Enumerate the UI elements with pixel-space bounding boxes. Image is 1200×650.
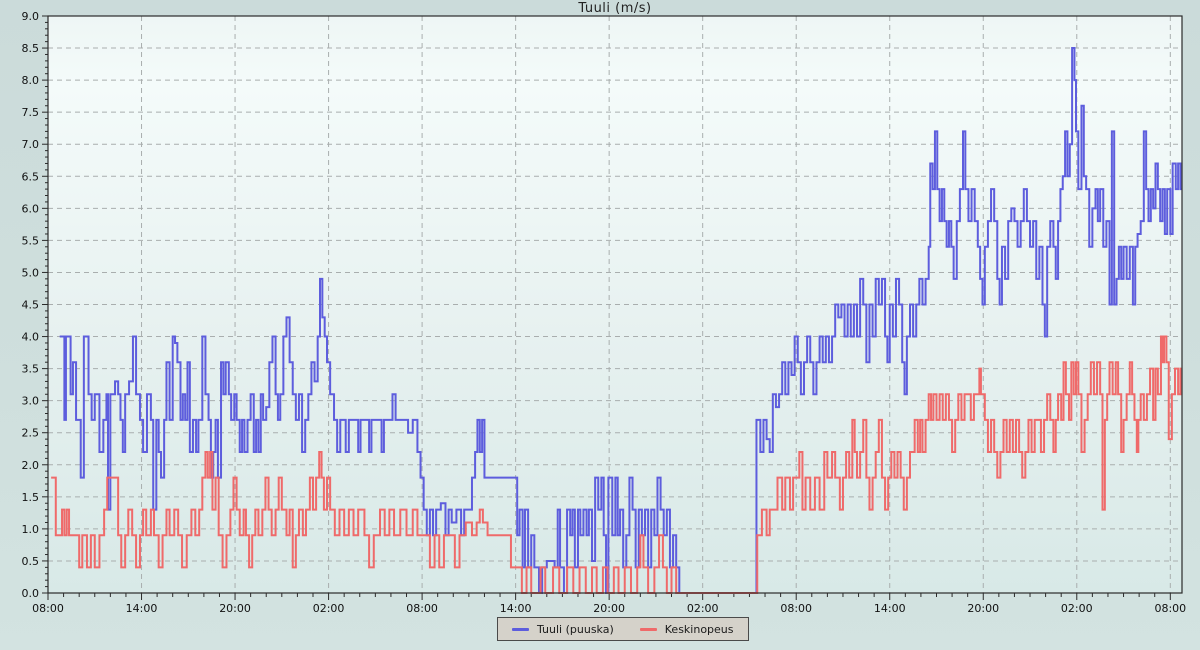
average-line-swatch-icon bbox=[640, 628, 657, 631]
svg-text:20:00: 20:00 bbox=[219, 602, 251, 615]
legend-label-average: Keskinopeus bbox=[665, 623, 734, 636]
gust-line-swatch-icon bbox=[512, 628, 529, 631]
svg-text:08:00: 08:00 bbox=[406, 602, 438, 615]
svg-text:7.0: 7.0 bbox=[22, 138, 40, 151]
svg-text:1.5: 1.5 bbox=[22, 491, 40, 504]
svg-text:0.0: 0.0 bbox=[22, 587, 40, 600]
legend-item-average: Keskinopeus bbox=[640, 623, 734, 636]
svg-text:4.5: 4.5 bbox=[22, 299, 40, 312]
svg-text:08:00: 08:00 bbox=[1154, 602, 1186, 615]
svg-text:14:00: 14:00 bbox=[500, 602, 532, 615]
svg-text:5.0: 5.0 bbox=[22, 266, 40, 279]
svg-text:2.0: 2.0 bbox=[22, 459, 40, 472]
svg-text:08:00: 08:00 bbox=[32, 602, 64, 615]
svg-text:7.5: 7.5 bbox=[22, 106, 40, 119]
svg-text:9.0: 9.0 bbox=[22, 10, 40, 23]
chart-title: Tuuli (m/s) bbox=[48, 1, 1182, 16]
svg-text:02:00: 02:00 bbox=[1061, 602, 1093, 615]
svg-text:02:00: 02:00 bbox=[687, 602, 719, 615]
svg-text:3.0: 3.0 bbox=[22, 395, 40, 408]
chart-legend: Tuuli (puuska) Keskinopeus bbox=[497, 617, 749, 641]
legend-item-gust: Tuuli (puuska) bbox=[512, 623, 614, 636]
svg-text:20:00: 20:00 bbox=[593, 602, 625, 615]
svg-text:8.5: 8.5 bbox=[22, 42, 40, 55]
svg-text:8.0: 8.0 bbox=[22, 74, 40, 87]
svg-text:3.5: 3.5 bbox=[22, 363, 40, 376]
svg-text:02:00: 02:00 bbox=[313, 602, 345, 615]
svg-text:1.0: 1.0 bbox=[22, 523, 40, 536]
legend-label-gust: Tuuli (puuska) bbox=[537, 623, 614, 636]
svg-text:5.5: 5.5 bbox=[22, 234, 40, 247]
svg-text:14:00: 14:00 bbox=[126, 602, 158, 615]
svg-text:4.0: 4.0 bbox=[22, 331, 40, 344]
wind-chart-page: 0.0 0.5 1.0 1.5 2.0 2.5 3.0 3.5 4.0 4.5 5.0 5.5 6.0 6… bbox=[0, 0, 1200, 650]
svg-text:20:00: 20:00 bbox=[967, 602, 999, 615]
svg-text:0.5: 0.5 bbox=[22, 555, 40, 568]
svg-text:08:00: 08:00 bbox=[780, 602, 812, 615]
svg-text:2.5: 2.5 bbox=[22, 427, 40, 440]
svg-text:6.5: 6.5 bbox=[22, 170, 40, 183]
svg-text:6.0: 6.0 bbox=[22, 202, 40, 215]
wind-chart-plot: 0.0 0.5 1.0 1.5 2.0 2.5 3.0 3.5 4.0 4.5 5.0 5.5 6.0 6… bbox=[0, 0, 1200, 650]
svg-text:14:00: 14:00 bbox=[874, 602, 906, 615]
